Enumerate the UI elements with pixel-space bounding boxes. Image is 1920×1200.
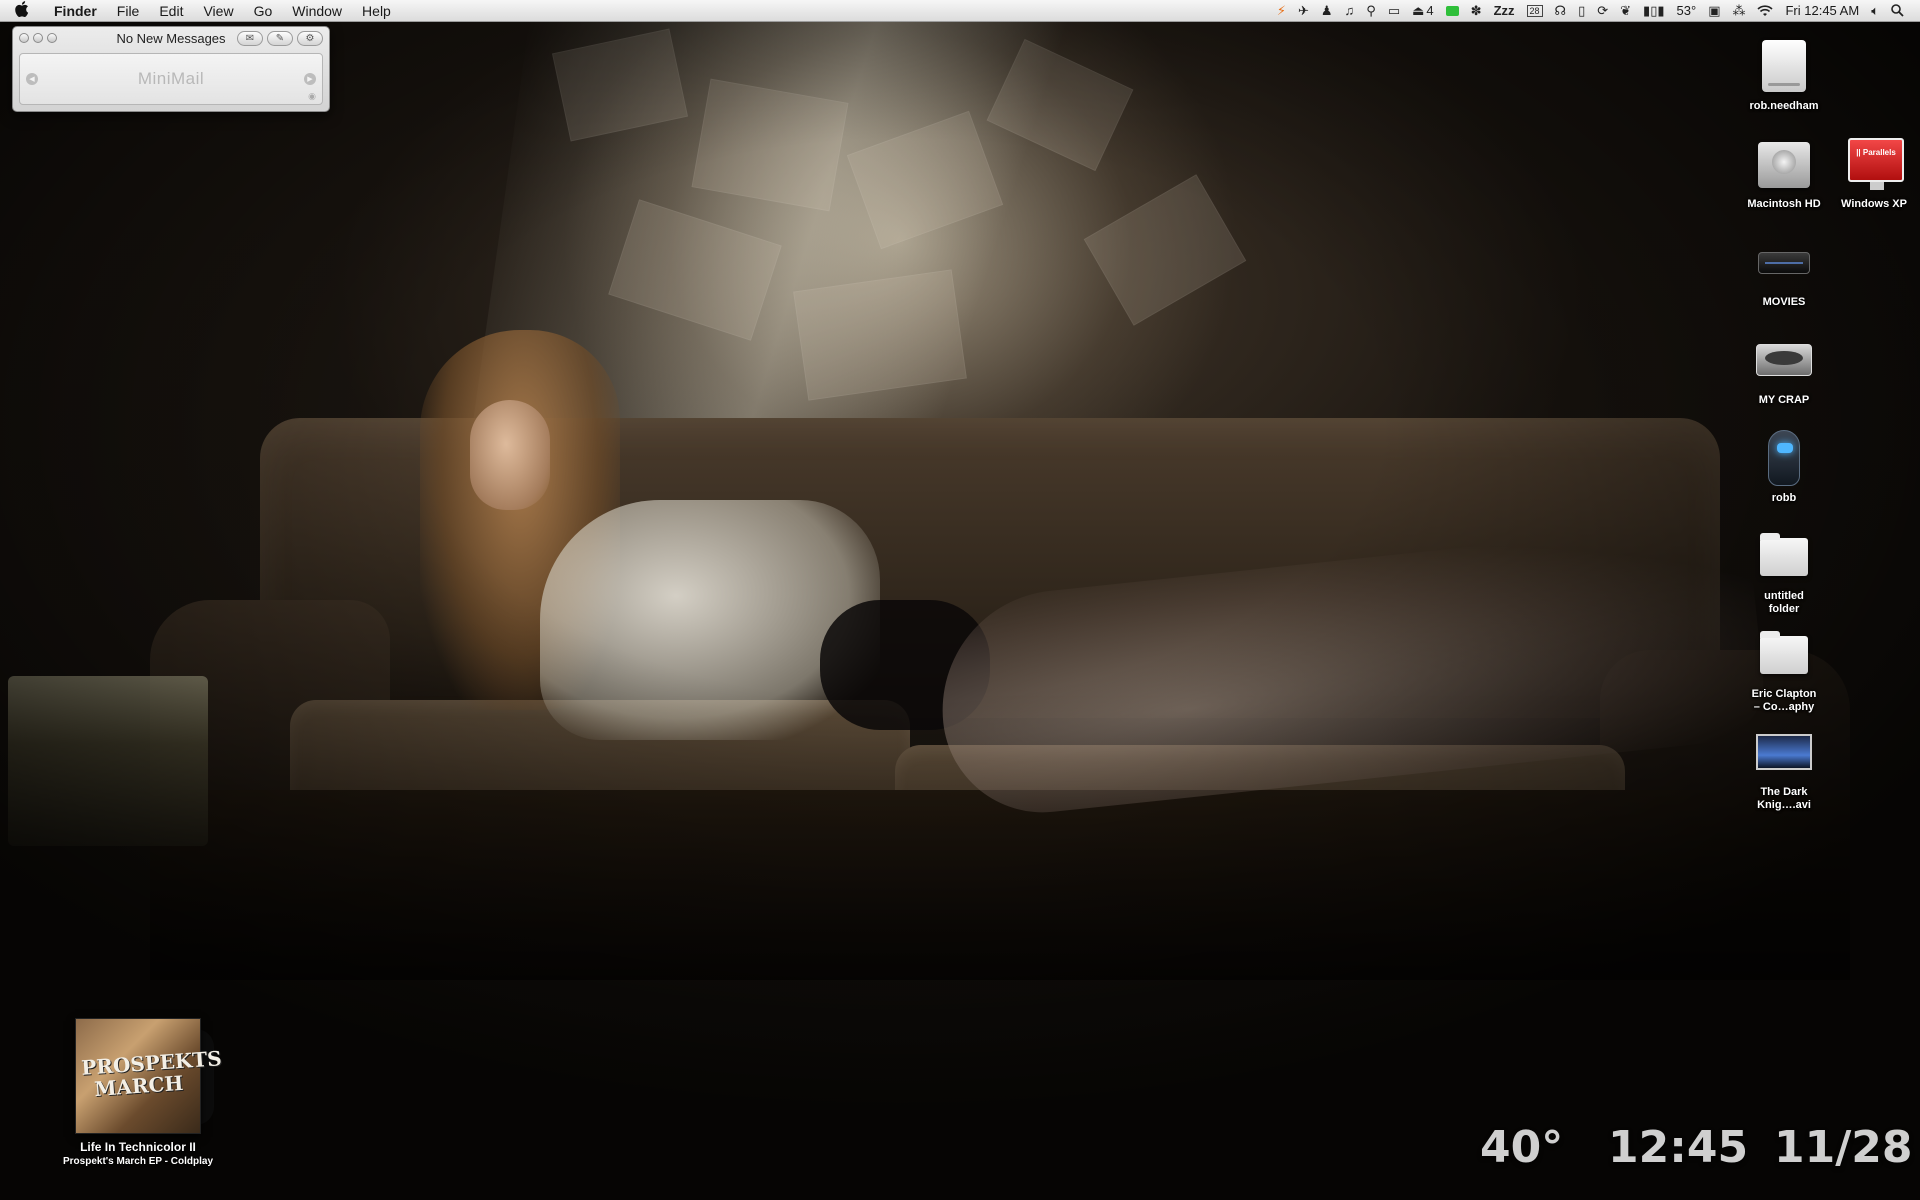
robot-icon xyxy=(1752,426,1816,490)
eye-icon[interactable]: ◉ xyxy=(308,91,316,102)
desktop-icon-label: robb xyxy=(1771,492,1797,504)
window-icon[interactable]: ▭ xyxy=(1382,0,1406,21)
bluetooth-icon[interactable]: ⁂ xyxy=(1726,0,1751,21)
menu-edit[interactable]: Edit xyxy=(149,0,193,21)
now-playing-album-artist: Prospekt's March EP - Coldplay xyxy=(62,1156,213,1167)
now-playing-track: Life In Technicolor II xyxy=(80,1140,196,1154)
desktop-icon-label: rob.needham xyxy=(1749,100,1819,112)
close-button[interactable] xyxy=(19,33,29,43)
eject-count: 4 xyxy=(1426,3,1434,18)
lightning-icon[interactable]: ⚡ xyxy=(1271,0,1292,21)
album-art: PROSPEKTS MARCH xyxy=(75,1018,223,1134)
apple-menu-icon[interactable] xyxy=(0,0,44,21)
weather-temperature: 40° xyxy=(1480,1122,1564,1173)
calendar-day: 28 xyxy=(1526,4,1543,17)
green-status-icon[interactable] xyxy=(1440,0,1465,21)
minimize-button[interactable] xyxy=(33,33,43,43)
minimail-titlebar[interactable]: No New Messages ✉ ✎ ⚙ xyxy=(13,27,329,49)
calendar-date: 11/28 xyxy=(1774,1122,1913,1173)
chevron-right-icon: ▶ xyxy=(307,76,313,83)
zoom-button[interactable] xyxy=(47,33,57,43)
wifi-icon[interactable] xyxy=(1751,0,1779,21)
menu-file[interactable]: File xyxy=(107,0,150,21)
leaf-icon[interactable]: ❦ xyxy=(1614,0,1637,21)
minimail-toolbar: ✉ ✎ ⚙ xyxy=(237,30,323,46)
folder-icon xyxy=(1752,622,1816,686)
desktop-icon-untitled-folder[interactable]: untitled folder xyxy=(1736,524,1832,616)
desktop-icon-windows-xp[interactable]: || Parallels Windows XP xyxy=(1826,132,1920,211)
music-note-icon[interactable]: ♫ xyxy=(1339,0,1361,21)
menu-clock[interactable]: Fri 12:45 AM xyxy=(1779,3,1865,18)
desktop-icon-robb[interactable]: robb xyxy=(1736,426,1832,505)
desktop-icon-dark-knight[interactable]: The Dark Knig….avi xyxy=(1736,720,1832,812)
volume-icon[interactable]: 🔈︎ xyxy=(1865,0,1885,21)
menu-bar-left: Finder File Edit View Go Window Help xyxy=(0,0,401,21)
open-drive-icon xyxy=(1752,328,1816,392)
parallels-icon: || Parallels xyxy=(1842,132,1906,196)
hard-drive-icon xyxy=(1752,132,1816,196)
temperature-reading[interactable]: 53° xyxy=(1671,3,1703,18)
minimail-logo: MiniMail xyxy=(137,69,205,88)
desktop-icon-movies[interactable]: MOVIES xyxy=(1736,230,1832,309)
dictionary-icon[interactable]: ▯ xyxy=(1572,0,1591,21)
black-drive-icon xyxy=(1752,230,1816,294)
gear-icon: ⚙ xyxy=(305,32,315,44)
desktop-icon-label: untitled folder xyxy=(1764,590,1804,615)
sleep-icon[interactable]: Zzz xyxy=(1488,0,1521,21)
calendar-icon[interactable]: 28 xyxy=(1521,0,1549,21)
previous-message-button[interactable]: ◀ xyxy=(26,73,38,85)
menu-bar-status: ⚡ ✈ ♟ ♫ ⚲ ▭ ⏏ 4 ✽ Zzz 28 ☊ ▯ ⟳ ❦ ▮▯▮ 53° … xyxy=(1271,0,1920,21)
settings-button[interactable]: ⚙ xyxy=(297,30,323,46)
desktop-icon-macintosh-hd[interactable]: Macintosh HD xyxy=(1736,132,1832,211)
next-message-button[interactable]: ▶ xyxy=(304,73,316,85)
stamp-icon[interactable]: ♟ xyxy=(1315,0,1339,21)
paw-icon[interactable]: ✽ xyxy=(1465,0,1488,21)
spotlight-search-icon[interactable] xyxy=(1885,0,1910,21)
menu-go[interactable]: Go xyxy=(244,0,283,21)
menu-view[interactable]: View xyxy=(193,0,243,21)
cpu-meter-icon[interactable]: ▮▯▮ xyxy=(1637,0,1670,21)
minimail-window: No New Messages ✉ ✎ ⚙ ◀ MiniMail ▶ ◉ xyxy=(12,26,330,112)
desktop-icon-label: Eric Clapton – Co…aphy xyxy=(1751,688,1817,713)
menu-bar: Finder File Edit View Go Window Help ⚡ ✈… xyxy=(0,0,1920,22)
folder-icon xyxy=(1752,524,1816,588)
external-drive-icon xyxy=(1752,34,1816,98)
desktop-icon-my-crap[interactable]: MY CRAP xyxy=(1736,328,1832,407)
now-playing-widget[interactable]: PROSPEKTS MARCH Life In Technicolor II P… xyxy=(40,1018,236,1167)
get-mail-button[interactable]: ✉ xyxy=(237,30,263,46)
minimail-message-area[interactable]: ◀ MiniMail ▶ ◉ xyxy=(19,53,323,105)
sync-icon[interactable]: ⟳ xyxy=(1591,0,1614,21)
vignette xyxy=(0,0,1920,1200)
menu-finder[interactable]: Finder xyxy=(44,0,107,21)
window-controls xyxy=(19,33,57,43)
pushpin-icon[interactable]: ⚲ xyxy=(1360,0,1382,21)
movie-file-icon xyxy=(1752,720,1816,784)
clock-time: 12:45 xyxy=(1608,1122,1749,1173)
eject-icon[interactable]: ⏏ 4 xyxy=(1406,0,1440,21)
desktop-wallpaper xyxy=(0,0,1920,1200)
desktop-icon-label: Windows XP xyxy=(1841,198,1907,210)
envelope-icon: ✉ xyxy=(245,32,255,44)
app-menu-icon[interactable]: ▣ xyxy=(1702,0,1726,21)
headphones-icon[interactable]: ☊ xyxy=(1549,0,1573,21)
album-art-text: PROSPEKTS MARCH xyxy=(80,1046,223,1102)
desktop-icon-eric-clapton[interactable]: Eric Clapton – Co…aphy xyxy=(1736,622,1832,714)
menu-window[interactable]: Window xyxy=(282,0,352,21)
transmit-icon[interactable]: ✈ xyxy=(1292,0,1315,21)
desktop-icon-rob-needham[interactable]: rob.needham xyxy=(1736,34,1832,113)
desktop-icon-label: The Dark Knig….avi xyxy=(1757,786,1811,811)
desktop-icon-label: Macintosh HD xyxy=(1747,198,1821,210)
desktop-icon-label: MOVIES xyxy=(1762,296,1806,308)
compose-button[interactable]: ✎ xyxy=(267,30,293,46)
pencil-icon: ✎ xyxy=(275,32,285,44)
desktop-icon-label: MY CRAP xyxy=(1758,394,1810,406)
chevron-left-icon: ◀ xyxy=(29,76,35,83)
menu-help[interactable]: Help xyxy=(352,0,401,21)
